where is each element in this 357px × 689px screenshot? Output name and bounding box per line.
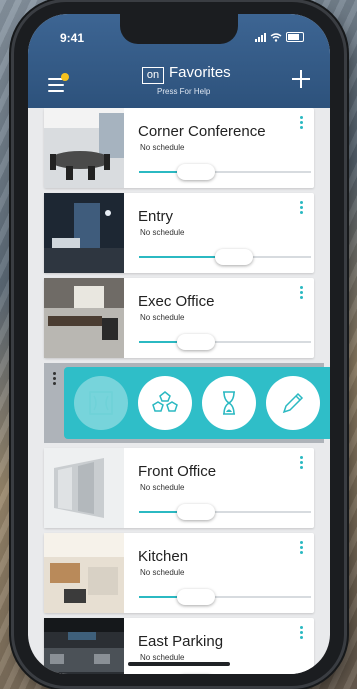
room-name: Corner Conference [138, 123, 266, 140]
status-icons [255, 32, 304, 42]
room-thumbnail [44, 193, 124, 273]
room-thumbnail [44, 533, 124, 613]
room-schedule: No schedule [140, 313, 185, 322]
room-thumbnail [44, 618, 124, 674]
dimmer-slider[interactable] [139, 504, 311, 520]
room-card-front-office[interactable]: Front Office No schedule [44, 448, 314, 528]
hourglass-icon [223, 391, 235, 415]
battery-icon [286, 32, 304, 42]
group-button[interactable] [138, 376, 192, 430]
room-action-row [44, 363, 330, 443]
action-bar [64, 367, 330, 439]
dimmer-slider[interactable] [139, 589, 311, 605]
scene-button[interactable] [74, 376, 128, 430]
edit-button[interactable] [266, 376, 320, 430]
page-title: Favorites [169, 64, 231, 81]
dimmer-slider[interactable] [139, 334, 311, 350]
slider-knob[interactable] [176, 334, 215, 350]
slider-knob[interactable] [214, 249, 253, 265]
room-card-corner-conference[interactable]: Corner Conference No schedule [44, 108, 314, 188]
room-thumbnail [44, 448, 124, 528]
room-schedule: No schedule [140, 143, 185, 152]
more-options-icon[interactable] [300, 286, 304, 301]
room-thumbnail [44, 278, 124, 358]
timer-button[interactable] [202, 376, 256, 430]
dimmer-slider[interactable] [139, 164, 311, 180]
room-card-kitchen[interactable]: Kitchen No schedule [44, 533, 314, 613]
dimmer-slider[interactable] [139, 249, 311, 265]
room-card-exec-office[interactable]: Exec Office No schedule [44, 278, 314, 358]
group-icon [152, 391, 178, 412]
menu-icon[interactable] [48, 73, 69, 92]
room-schedule: No schedule [140, 653, 185, 662]
room-name: Exec Office [138, 293, 215, 310]
room-name: Front Office [138, 463, 217, 480]
phone-frame: 9:41 on Favorites Press For Help Corner … [14, 2, 344, 686]
notification-dot [61, 73, 69, 81]
pencil-icon [282, 392, 304, 414]
more-options-icon[interactable] [300, 116, 304, 131]
help-link[interactable]: Press For Help [157, 87, 210, 96]
signal-icon [255, 32, 266, 42]
slider-knob[interactable] [176, 589, 215, 605]
room-name: Entry [138, 208, 174, 225]
more-options-icon[interactable] [300, 626, 304, 641]
wifi-icon [270, 32, 282, 42]
app-screen: 9:41 on Favorites Press For Help Corner … [28, 14, 330, 674]
slider-knob[interactable] [176, 504, 215, 520]
home-indicator[interactable] [128, 662, 230, 666]
more-options-icon[interactable] [300, 541, 304, 556]
status-time: 9:41 [60, 31, 85, 45]
device-notch [120, 14, 238, 44]
more-options-icon[interactable] [300, 456, 304, 471]
slider-knob[interactable] [176, 164, 215, 180]
room-schedule: No schedule [140, 483, 185, 492]
more-options-icon[interactable] [300, 201, 304, 216]
room-thumbnail [44, 108, 124, 188]
more-options-icon[interactable] [53, 372, 57, 387]
scene-icon [89, 391, 113, 415]
room-card-entry[interactable]: Entry No schedule [44, 193, 314, 273]
app-logo: on [142, 67, 164, 84]
room-name: Kitchen [138, 548, 189, 565]
room-schedule: No schedule [140, 568, 185, 577]
add-icon[interactable] [292, 70, 310, 88]
room-name: East Parking [138, 633, 224, 650]
room-schedule: No schedule [140, 228, 185, 237]
